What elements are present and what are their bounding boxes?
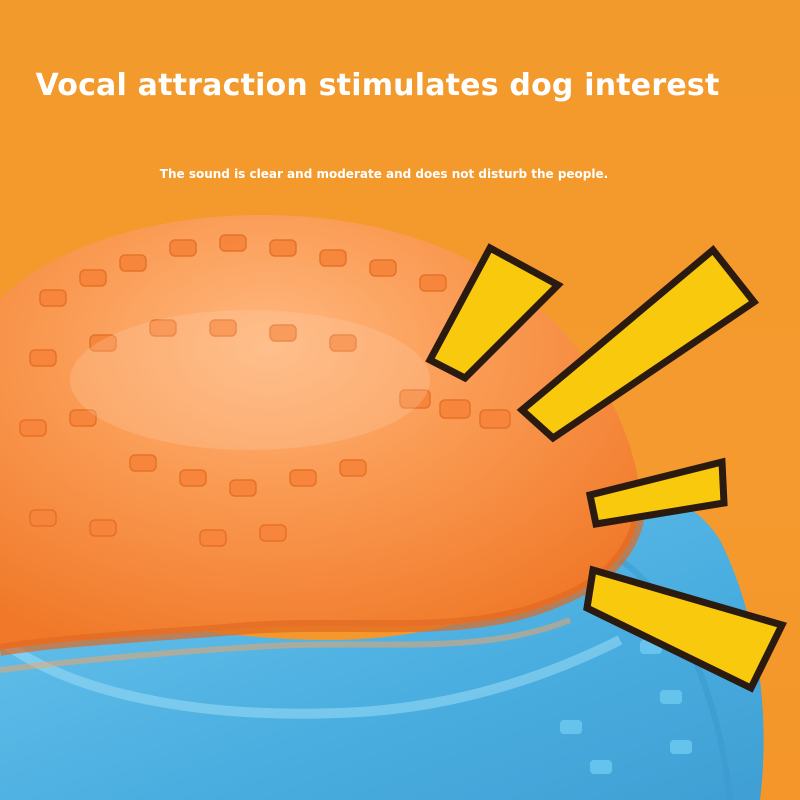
headline: Vocal attraction stimulates dog interest bbox=[35, 68, 720, 103]
product-photo bbox=[0, 0, 800, 800]
subheadline: The sound is clear and moderate and does… bbox=[159, 167, 609, 181]
